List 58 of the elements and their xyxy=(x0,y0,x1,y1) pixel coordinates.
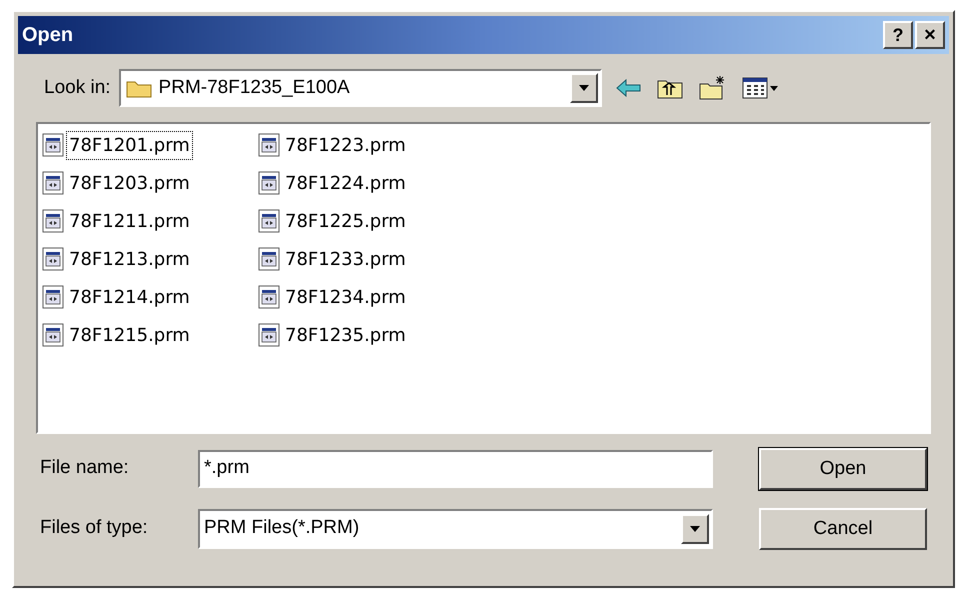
file-name: 78F1213.prm xyxy=(68,248,191,272)
file-icon xyxy=(258,209,280,233)
file-name: 78F1225.prm xyxy=(284,210,407,234)
dropdown-button[interactable] xyxy=(570,73,598,103)
file-name-label: File name: xyxy=(40,456,130,480)
file-icon xyxy=(42,285,64,309)
file-item[interactable]: 78F1223.prm xyxy=(258,126,474,164)
file-name: 78F1235.prm xyxy=(284,324,407,348)
look-in-value: PRM-78F1235_E100A xyxy=(158,76,351,100)
file-name: 78F1201.prm xyxy=(66,130,193,160)
file-type-value: PRM Files(*.PRM) xyxy=(204,516,360,540)
file-icon xyxy=(42,133,64,157)
file-icon xyxy=(258,247,280,271)
file-name: 78F1223.prm xyxy=(284,134,407,158)
window-title: Open xyxy=(22,23,74,48)
file-icon xyxy=(42,247,64,271)
file-item[interactable]: 78F1201.prm xyxy=(42,126,258,164)
file-name: 78F1203.prm xyxy=(68,172,191,196)
file-name-value: *.prm xyxy=(204,456,250,480)
file-name-field[interactable]: *.prm xyxy=(198,450,713,488)
file-icon xyxy=(42,323,64,347)
caret-icon xyxy=(690,526,700,532)
file-name: 78F1234.prm xyxy=(284,286,407,310)
file-item[interactable]: 78F1234.prm xyxy=(258,278,474,316)
file-name: 78F1214.prm xyxy=(68,286,191,310)
file-item[interactable]: 78F1225.prm xyxy=(258,202,474,240)
file-item[interactable]: 78F1203.prm xyxy=(42,164,258,202)
file-icon xyxy=(258,171,280,195)
caret-icon xyxy=(770,86,778,90)
file-name: 78F1233.prm xyxy=(284,248,407,272)
cancel-button[interactable]: Cancel xyxy=(759,508,927,550)
file-item[interactable]: 78F1224.prm xyxy=(258,164,474,202)
file-icon xyxy=(258,285,280,309)
view-menu-button[interactable] xyxy=(742,77,778,99)
help-button[interactable]: ? xyxy=(883,21,913,49)
file-name: 78F1211.prm xyxy=(68,210,191,234)
file-icon xyxy=(42,209,64,233)
file-icon xyxy=(258,323,280,347)
file-item[interactable]: 78F1233.prm xyxy=(258,240,474,278)
open-button[interactable]: Open xyxy=(759,448,927,490)
file-item[interactable]: 78F1214.prm xyxy=(42,278,258,316)
file-icon xyxy=(42,171,64,195)
caret-icon xyxy=(578,85,589,91)
file-item[interactable]: 78F1235.prm xyxy=(258,316,474,354)
details-view-icon xyxy=(742,77,768,99)
file-type-label: Files of type: xyxy=(40,516,149,540)
close-button[interactable]: × xyxy=(915,21,945,49)
file-type-dropdown[interactable]: PRM Files(*.PRM) xyxy=(198,508,713,548)
file-icon xyxy=(258,133,280,157)
look-in-dropdown[interactable]: PRM-78F1235_E100A xyxy=(118,69,602,107)
file-item[interactable]: 78F1211.prm xyxy=(42,202,258,240)
look-in-label: Look in: xyxy=(44,76,111,100)
file-item[interactable]: 78F1215.prm xyxy=(42,316,258,354)
file-item[interactable]: 78F1213.prm xyxy=(42,240,258,278)
file-name: 78F1224.prm xyxy=(284,172,407,196)
back-arrow-icon[interactable] xyxy=(616,79,642,97)
file-name: 78F1215.prm xyxy=(68,324,191,348)
dropdown-button[interactable] xyxy=(681,514,709,544)
